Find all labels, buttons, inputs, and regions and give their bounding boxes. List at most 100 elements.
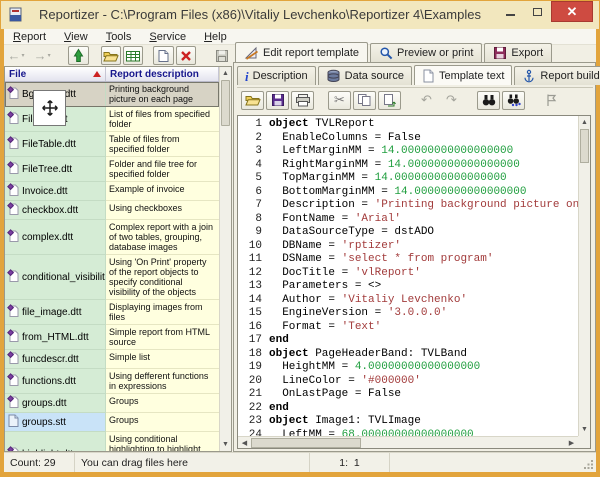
scroll-up-icon[interactable]: ▲ xyxy=(579,116,590,129)
table-row[interactable]: checkbox.dttUsing checkboxes xyxy=(5,201,219,220)
table-row[interactable]: funcdescr.dttSimple list xyxy=(5,350,219,369)
table-row[interactable]: Invoice.dttExample of invoice xyxy=(5,182,219,201)
file-description-cell[interactable]: Groups xyxy=(106,413,219,432)
save-file-button[interactable] xyxy=(212,46,232,65)
scrollbar-thumb[interactable] xyxy=(580,129,589,163)
dtt-file-icon xyxy=(7,329,19,345)
scroll-left-icon[interactable]: ◀ xyxy=(238,437,251,449)
find-button[interactable] xyxy=(477,91,500,110)
dropdown-arrow-icon[interactable]: ▾ xyxy=(48,52,51,59)
file-description-cell[interactable]: Table of files from specified folder xyxy=(106,132,219,157)
tab-edit-report-template[interactable]: Edit report template xyxy=(235,42,368,62)
file-description-cell[interactable]: Complex report with a join of two tables… xyxy=(106,220,219,255)
code-line: 8 FontName = 'Arial' xyxy=(238,213,578,227)
file-name-cell[interactable]: funcdescr.dtt xyxy=(5,350,106,369)
column-header-file[interactable]: File xyxy=(5,67,106,81)
menu-item-report[interactable]: Report xyxy=(4,30,55,44)
table-row[interactable]: FileTable.dttTable of files from specifi… xyxy=(5,132,219,157)
file-name-cell[interactable]: from_HTML.dtt xyxy=(5,325,106,350)
open-folder-button[interactable] xyxy=(101,46,121,65)
editor-horizontal-scrollbar[interactable]: ◀ ▶ xyxy=(238,436,578,448)
file-description-cell[interactable]: Folder and file tree for specified folde… xyxy=(106,157,219,182)
scroll-up-icon[interactable]: ▲ xyxy=(220,67,231,80)
file-name-cell[interactable]: Invoice.dtt xyxy=(5,182,106,201)
file-name-cell[interactable]: FileTree.dtt xyxy=(5,157,106,182)
file-name-cell[interactable]: functions.dtt xyxy=(5,369,106,394)
back-button[interactable]: ←▾ xyxy=(6,46,26,65)
scrollbar-track[interactable] xyxy=(361,437,565,448)
scrollbar-thumb[interactable] xyxy=(221,80,230,126)
file-description-cell[interactable]: Simple list xyxy=(106,350,219,369)
file-description-cell[interactable]: Using defferent functions in expressions xyxy=(106,369,219,394)
new-file-button[interactable] xyxy=(153,46,173,65)
file-description-cell[interactable]: List of files from specified folder xyxy=(106,107,219,132)
file-name-cell[interactable]: file_image.dtt xyxy=(5,300,106,325)
dropdown-arrow-icon[interactable]: ▾ xyxy=(22,52,25,59)
save-template-button[interactable] xyxy=(266,91,289,110)
menu-item-help[interactable]: Help xyxy=(195,30,236,44)
file-name: conditional_visibilit... xyxy=(22,272,106,283)
table-row[interactable]: complex.dttComplex report with a join of… xyxy=(5,220,219,255)
tab-preview-or-print[interactable]: Preview or print xyxy=(370,43,482,62)
tab-report-builder[interactable]: Report builder xyxy=(514,66,600,85)
column-header-description[interactable]: Report description xyxy=(106,67,219,81)
table-row[interactable]: highlight.dttUsing conditional highlight… xyxy=(5,432,219,451)
maximize-button[interactable] xyxy=(524,1,551,22)
forward-button[interactable]: →▾ xyxy=(32,46,52,65)
scrollbar-thumb[interactable] xyxy=(251,438,361,448)
file-name-cell[interactable]: groups.dtt xyxy=(5,394,106,413)
scroll-down-icon[interactable]: ▼ xyxy=(220,438,231,451)
file-description-cell[interactable]: Simple report from HTML source xyxy=(106,325,219,350)
file-name-cell[interactable]: FileTable.dtt xyxy=(5,132,106,157)
file-list-scrollbar[interactable]: ▲ ▼ xyxy=(219,67,231,451)
titlebar[interactable]: Reportizer - C:\Program Files (x86)\Vita… xyxy=(1,1,599,29)
file-description-cell[interactable]: Using conditional highlighting to highli… xyxy=(106,432,219,451)
undo-button[interactable]: ↶ xyxy=(415,91,438,110)
scroll-right-icon[interactable]: ▶ xyxy=(565,437,578,449)
cut-button[interactable]: ✂ xyxy=(328,91,351,110)
delete-file-button[interactable] xyxy=(176,46,196,65)
table-row[interactable]: groups.dttGroups xyxy=(5,394,219,413)
tab-data-source[interactable]: Data source xyxy=(318,66,412,85)
menu-item-service[interactable]: Service xyxy=(140,30,195,44)
redo-button[interactable]: ↷ xyxy=(440,91,463,110)
table-row[interactable]: from_HTML.dttSimple report from HTML sou… xyxy=(5,325,219,350)
find-next-button[interactable] xyxy=(502,91,525,110)
view-table-button[interactable] xyxy=(123,46,143,65)
code-lines[interactable]: 1object TVLReport2 EnableColumns = False… xyxy=(238,116,578,436)
menu-item-tools[interactable]: Tools xyxy=(97,30,141,44)
copy-button[interactable] xyxy=(353,91,376,110)
bookmark-button[interactable] xyxy=(539,91,562,110)
table-row[interactable]: functions.dttUsing defferent functions i… xyxy=(5,369,219,394)
file-name-cell[interactable]: highlight.dtt xyxy=(5,432,106,451)
reload-from-file-button[interactable] xyxy=(378,91,401,110)
minimize-button[interactable] xyxy=(497,1,524,22)
file-description-cell[interactable]: Using checkboxes xyxy=(106,201,219,220)
file-description-cell[interactable]: Printing background picture on each page xyxy=(106,82,219,107)
file-name-cell[interactable]: checkbox.dtt xyxy=(5,201,106,220)
tab-export[interactable]: Export xyxy=(484,43,552,62)
file-description-cell[interactable]: Using 'On Print' property of the report … xyxy=(106,255,219,300)
file-description-cell[interactable]: Example of invoice xyxy=(106,182,219,201)
template-text-editor[interactable]: 1object TVLReport2 EnableColumns = False… xyxy=(237,115,591,449)
resize-grip[interactable] xyxy=(583,459,594,470)
menu-item-view[interactable]: View xyxy=(55,30,97,44)
file-description-cell[interactable]: Groups xyxy=(106,394,219,413)
file-description-cell[interactable]: Displaying images from files xyxy=(106,300,219,325)
scrollbar-corner xyxy=(578,436,590,448)
table-row[interactable]: conditional_visibilit...Using 'On Print'… xyxy=(5,255,219,300)
close-button[interactable]: ✕ xyxy=(551,1,593,22)
open-template-button[interactable] xyxy=(241,91,264,110)
table-row[interactable]: FileTree.dttFolder and file tree for spe… xyxy=(5,157,219,182)
editor-vertical-scrollbar[interactable]: ▲ ▼ xyxy=(578,116,590,436)
print-template-button[interactable] xyxy=(291,91,314,110)
table-row[interactable]: groups.sttGroups xyxy=(5,413,219,432)
file-name-cell[interactable]: conditional_visibilit... xyxy=(5,255,106,300)
file-name-cell[interactable]: complex.dtt xyxy=(5,220,106,255)
file-name-cell[interactable]: groups.stt xyxy=(5,413,106,432)
tab-template-text[interactable]: Template text xyxy=(414,65,512,85)
scroll-down-icon[interactable]: ▼ xyxy=(579,423,590,436)
table-row[interactable]: file_image.dttDisplaying images from fil… xyxy=(5,300,219,325)
tab-description[interactable]: iDescription xyxy=(237,66,316,85)
up-one-level-button[interactable] xyxy=(68,46,88,65)
